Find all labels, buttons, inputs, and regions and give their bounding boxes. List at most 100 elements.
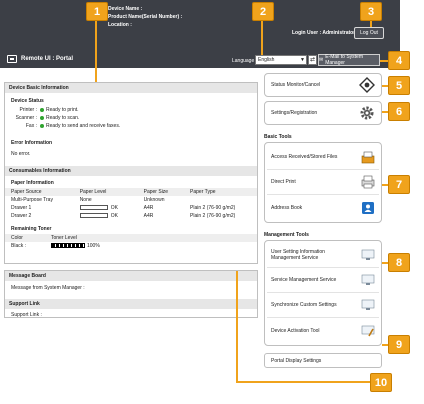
ready-dot-icon — [40, 116, 44, 120]
monitor-icon — [361, 299, 375, 310]
table-row: Drawer 2 OK A4R Plain 2 (76-90 g/m2) — [5, 212, 257, 220]
tool-service-management[interactable]: Service Management Service — [267, 268, 379, 293]
error-info-title: Error Information — [11, 140, 53, 146]
table-header-row: Paper Source Paper Level Paper Size Pape… — [5, 188, 257, 196]
tool-label: Direct Print — [271, 179, 296, 185]
callout-3: 3 — [360, 2, 382, 21]
status-monitor-button[interactable]: Status Monitor/Cancel — [264, 73, 382, 97]
tool-label: Synchronize Custom Settings — [271, 302, 337, 308]
support-link-text: Support Link : — [11, 312, 42, 318]
error-info-value: No error. — [11, 151, 31, 157]
toner-color: Black : — [11, 243, 27, 249]
status-label: Printer : — [19, 107, 37, 113]
device-name-label: Device Name : — [108, 6, 143, 12]
support-link-title: Support Link — [5, 299, 257, 309]
language-select[interactable]: English ▼ — [255, 55, 307, 65]
paper-level: OK — [110, 213, 118, 219]
wrench-icon — [361, 325, 375, 336]
status-value: Ready to send and receive faxes. — [46, 123, 121, 129]
paper-table: Paper Source Paper Level Paper Size Pape… — [5, 188, 257, 220]
consumables-title: Consumables Information — [5, 166, 257, 176]
tool-user-setting-management[interactable]: User Setting Information Management Serv… — [267, 243, 379, 268]
tool-direct-print[interactable]: Direct Print — [267, 170, 379, 195]
tool-label: Access Received/Stored Files — [271, 154, 338, 160]
status-row-printer: Printer : Ready to print. — [5, 106, 257, 114]
paper-info-title: Paper Information — [11, 180, 54, 186]
status-monitor-label: Status Monitor/Cancel — [271, 82, 321, 88]
gear-icon — [360, 106, 374, 120]
paper-size: Unknown — [143, 197, 165, 203]
portal-title-text: Remote UI : Portal — [21, 56, 74, 62]
paper-level-bar — [79, 205, 108, 211]
toner-table: Color Toner Level Black : 100% — [5, 234, 257, 250]
paper-type: Plain 2 (76-90 g/m2) — [190, 205, 236, 211]
paper-level-cell: OK — [74, 204, 138, 212]
status-list: Printer : Ready to print. Scanner : Read… — [5, 106, 257, 130]
monitor-icon — [361, 249, 375, 260]
basic-tools-group: Access Received/Stored Files Direct Prin… — [264, 142, 382, 223]
management-tools-title: Management Tools — [264, 232, 309, 238]
callout-1: 1 — [86, 2, 108, 21]
paper-level-cell: OK — [74, 212, 138, 220]
management-tools-group: User Setting Information Management Serv… — [264, 240, 382, 346]
column-header: Paper Level — [79, 189, 107, 195]
paper-level-bar — [79, 213, 108, 219]
device-status-title: Device Status — [11, 98, 44, 104]
status-label: Scanner : — [15, 115, 37, 121]
menu-column: Status Monitor/Cancel Settings/Registrat… — [264, 73, 382, 368]
callout-5: 5 — [388, 76, 410, 95]
callout-10: 10 — [370, 373, 392, 392]
tool-device-activation[interactable]: Device Activation Tool — [267, 318, 379, 343]
portal-display-settings-button[interactable]: Portal Display Settings — [264, 353, 382, 368]
callout-line-2 — [261, 19, 263, 55]
status-value: Ready to print. — [46, 107, 79, 113]
callout-line-10 — [236, 271, 238, 381]
status-row-fax: Fax : Ready to send and receive faxes. — [5, 122, 257, 130]
status-row-scanner: Scanner : Ready to scan. — [5, 114, 257, 122]
toner-level-cell: 100% — [45, 242, 257, 250]
paper-size: A4R — [143, 213, 154, 219]
callout-7: 7 — [388, 175, 410, 194]
toner-level: 100% — [87, 243, 100, 249]
column-header: Paper Size — [143, 189, 169, 195]
callout-2: 2 — [252, 2, 274, 21]
device-header: Device Name : Product Name(Serial Number… — [0, 0, 400, 52]
settings-registration-label: Settings/Registration — [271, 110, 318, 116]
paper-type: Plain 2 (76-90 g/m2) — [190, 213, 236, 219]
callout-9: 9 — [388, 335, 410, 354]
status-monitor-icon — [359, 77, 375, 93]
tool-access-received-files[interactable]: Access Received/Stored Files — [267, 145, 379, 170]
callout-line-1 — [95, 19, 97, 82]
column-header: Paper Type — [190, 189, 216, 195]
callout-line-4 — [380, 60, 388, 62]
product-name-label: Product Name(Serial Number) : — [108, 14, 183, 20]
paper-size: A4R — [143, 205, 154, 211]
settings-registration-button[interactable]: Settings/Registration — [264, 101, 382, 125]
printer-icon — [361, 175, 375, 189]
toner-level-bar — [51, 243, 85, 249]
tool-label: User Setting Information Management Serv… — [271, 249, 325, 261]
paper-level: OK — [110, 205, 118, 211]
tool-synchronize-custom-settings[interactable]: Synchronize Custom Settings — [267, 293, 379, 318]
ready-dot-icon — [40, 108, 44, 112]
basic-tools-title: Basic Tools — [264, 134, 292, 140]
table-row: Black : 100% — [5, 242, 257, 250]
logout-button[interactable]: Log Out — [354, 27, 384, 39]
table-header-row: Color Toner Level — [5, 234, 257, 242]
language-apply-button[interactable]: ⇄ — [308, 55, 317, 65]
table-row: Multi-Purpose Tray None Unknown — [5, 196, 257, 204]
callout-8: 8 — [388, 253, 410, 272]
paper-source: Drawer 1 — [11, 205, 32, 211]
portal-display-settings-label: Portal Display Settings — [271, 357, 322, 364]
language-value: English — [258, 57, 275, 63]
tray-icon — [361, 151, 375, 164]
portal-window-icon — [7, 55, 17, 63]
remaining-toner-title: Remaining Toner — [11, 226, 52, 232]
email-system-manager-button[interactable]: ✉ E-Mail to System Manager — [318, 54, 380, 66]
language-label: Language : — [232, 58, 258, 64]
tool-label: Device Activation Tool — [271, 327, 320, 334]
location-label: Location : — [108, 22, 132, 28]
tool-address-book[interactable]: Address Book — [267, 195, 379, 220]
message-board-panel: Message Board Message from System Manage… — [4, 270, 258, 318]
device-info-column: Device Basic Information Device Status P… — [4, 82, 258, 318]
